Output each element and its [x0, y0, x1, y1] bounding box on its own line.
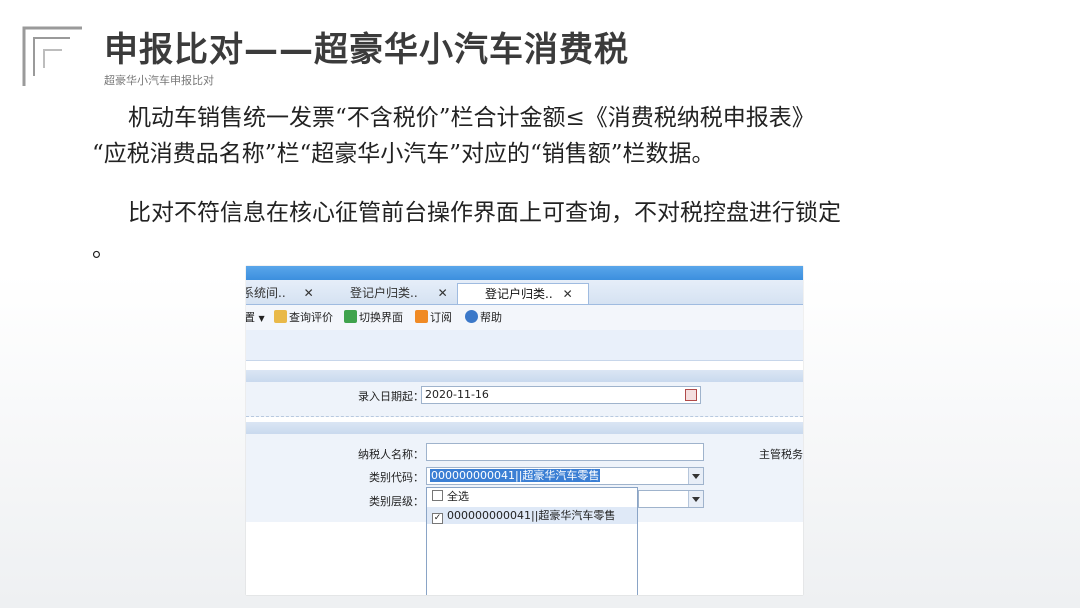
select-all-option[interactable]: 全选 [427, 488, 637, 505]
paragraph-rule-line1: 机动车销售统一发票“不含税价”栏合计金额≤《消费税纳税申报表》 [128, 105, 815, 131]
close-icon[interactable]: ✕ [563, 287, 573, 301]
entry-date-value: 2020-11-16 [425, 388, 489, 401]
paragraph-rule: 机动车销售统一发票“不含税价”栏合计金额≤《消费税纳税申报表》 “应税消费品名称… [92, 100, 815, 172]
toolbar-menu-label: 置 [246, 311, 255, 324]
chevron-down-icon[interactable] [688, 491, 703, 507]
taxpayer-name-label: 纳税人名称： [358, 448, 424, 461]
paragraph-note-line2: 。 [92, 236, 115, 262]
chevron-down-icon: ▼ [258, 314, 265, 323]
subscribe-label: 订阅 [430, 311, 452, 324]
switch-view-button[interactable]: 切换界面 [344, 310, 403, 325]
slide-title: 申报比对——超豪华小汽车消费税 [104, 30, 629, 70]
toolbar-menu-partial[interactable]: 置 ▼ [246, 310, 265, 325]
tab-label: 系统间.. [246, 286, 286, 300]
entry-date-input[interactable]: 2020-11-16 [421, 386, 701, 404]
select-all-label: 全选 [447, 490, 469, 503]
category-dropdown: 全选 ✓ 000000000041||超豪华汽车零售 [426, 487, 638, 595]
tax-office-label: 主管税务 [759, 448, 803, 461]
category-code-value: 000000000041||超豪华汽车零售 [430, 469, 601, 482]
edit-icon [274, 310, 287, 323]
logo-icon [22, 26, 82, 86]
rss-icon [415, 310, 428, 323]
app-screenshot: 系统间.. ✕ 登记户归类.. ✕ 登记户归类.. ✕ 置 ▼ 查询评价 切换界面 订… [246, 266, 803, 595]
category-level-label: 类别层级： [369, 495, 424, 508]
help-icon [465, 310, 478, 323]
tab-system[interactable]: 系统间.. ✕ [246, 283, 314, 304]
taxpayer-name-input[interactable] [426, 443, 704, 461]
help-label: 帮助 [480, 311, 502, 324]
app-title-bar [246, 266, 803, 280]
switch-view-label: 切换界面 [359, 311, 403, 324]
close-icon[interactable]: ✕ [438, 286, 448, 300]
chevron-down-icon[interactable] [688, 468, 703, 484]
section-header [246, 422, 803, 434]
calendar-icon[interactable] [685, 389, 697, 401]
slide-subtitle: 超豪华小汽车申报比对 [104, 74, 214, 87]
paragraph-rule-line2: “应税消费品名称”栏“超豪华小汽车”对应的“销售额”栏数据。 [92, 141, 715, 167]
tab-register-active[interactable]: 登记户归类.. ✕ [457, 283, 589, 304]
tab-label: 登记户归类.. [485, 287, 553, 301]
tab-register-1[interactable]: 登记户归类.. ✕ [350, 283, 448, 304]
help-button[interactable]: 帮助 [465, 310, 502, 325]
switch-icon [344, 310, 357, 323]
query-eval-label: 查询评价 [289, 311, 333, 324]
dropdown-option[interactable]: ✓ 000000000041||超豪华汽车零售 [427, 507, 637, 524]
paragraph-note: 比对不符信息在核心征管前台操作界面上可查询，不对税控盘进行锁定 。 [92, 195, 841, 267]
checkbox-checked-icon[interactable]: ✓ [432, 513, 443, 524]
paragraph-note-line1: 比对不符信息在核心征管前台操作界面上可查询，不对税控盘进行锁定 [128, 200, 841, 226]
checkbox-icon[interactable] [432, 490, 443, 501]
category-code-label: 类别代码： [369, 471, 424, 484]
toolbar: 置 ▼ 查询评价 切换界面 订阅 帮助 [246, 305, 803, 331]
section-header [246, 370, 803, 382]
category-level-select[interactable] [638, 490, 704, 508]
query-eval-button[interactable]: 查询评价 [274, 310, 333, 325]
category-code-select[interactable]: 000000000041||超豪华汽车零售 [426, 467, 704, 485]
tab-bar: 系统间.. ✕ 登记户归类.. ✕ 登记户归类.. ✕ [246, 280, 803, 305]
close-icon[interactable]: ✕ [304, 286, 314, 300]
subscribe-button[interactable]: 订阅 [415, 310, 452, 325]
entry-date-label: 录入日期起： [358, 390, 424, 403]
tab-label: 登记户归类.. [350, 286, 418, 300]
panel-header [246, 330, 803, 361]
dropdown-option-label: 000000000041||超豪华汽车零售 [447, 509, 616, 522]
